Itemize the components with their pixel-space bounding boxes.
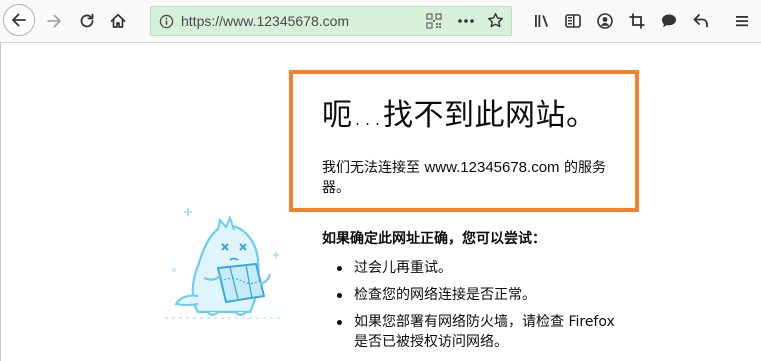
chat-button[interactable]: [654, 6, 684, 36]
suggestions-list: 过会儿再重试。 检查您的网络连接是否正常。 如果您部署有网络防火墙，请检查 Fi…: [322, 258, 622, 359]
home-button[interactable]: [103, 6, 133, 36]
undo-button[interactable]: [686, 6, 716, 36]
library-button[interactable]: [527, 6, 557, 36]
more-dots-icon[interactable]: [457, 13, 475, 33]
url-bar[interactable]: https://www.12345678.com: [150, 6, 512, 36]
account-icon: [597, 13, 613, 29]
star-icon[interactable]: [487, 12, 504, 33]
error-domain: www.12345678.com: [424, 159, 560, 176]
crop-icon: [629, 13, 645, 29]
sidebar-icon: [565, 14, 581, 28]
reload-button[interactable]: [72, 6, 102, 36]
list-item: 检查您的网络连接是否正常。: [322, 285, 622, 305]
sidebar-button[interactable]: [558, 6, 588, 36]
forward-button[interactable]: [39, 6, 69, 36]
bullet-icon: [337, 293, 342, 298]
forward-arrow-icon: [47, 14, 61, 28]
browser-toolbar: https://www.12345678.com: [0, 0, 761, 43]
error-title: 呃…找不到此网站。: [322, 98, 597, 133]
screenshot-button[interactable]: [622, 6, 652, 36]
home-icon: [110, 13, 126, 28]
qr-code-icon[interactable]: [426, 13, 442, 33]
suggestions-title: 如果确定此网址正确，您可以尝试：: [322, 231, 546, 247]
hamburger-menu-icon: [736, 16, 748, 27]
bullet-icon: [337, 266, 342, 271]
error-desc-prefix: 我们无法连接至: [322, 160, 425, 176]
url-text[interactable]: https://www.12345678.com: [181, 13, 349, 29]
list-item: 过会儿再重试。: [322, 258, 622, 278]
menu-button[interactable]: [727, 6, 757, 36]
undo-arrow-icon: [693, 14, 708, 28]
reload-icon: [80, 13, 94, 28]
back-button[interactable]: [3, 4, 35, 36]
info-icon[interactable]: [159, 14, 174, 33]
list-item: 如果您部署有网络防火墙，请检查 Firefox 是否已被授权访问网络。: [322, 312, 622, 352]
chat-bubble-icon: [662, 14, 676, 28]
back-arrow-icon: [12, 13, 26, 27]
error-description: 我们无法连接至 www.12345678.com 的服务器。: [322, 158, 622, 198]
account-button[interactable]: [590, 6, 620, 36]
bullet-icon: [337, 320, 342, 325]
library-icon: [535, 15, 548, 27]
error-mascot-illustration: [165, 208, 280, 319]
